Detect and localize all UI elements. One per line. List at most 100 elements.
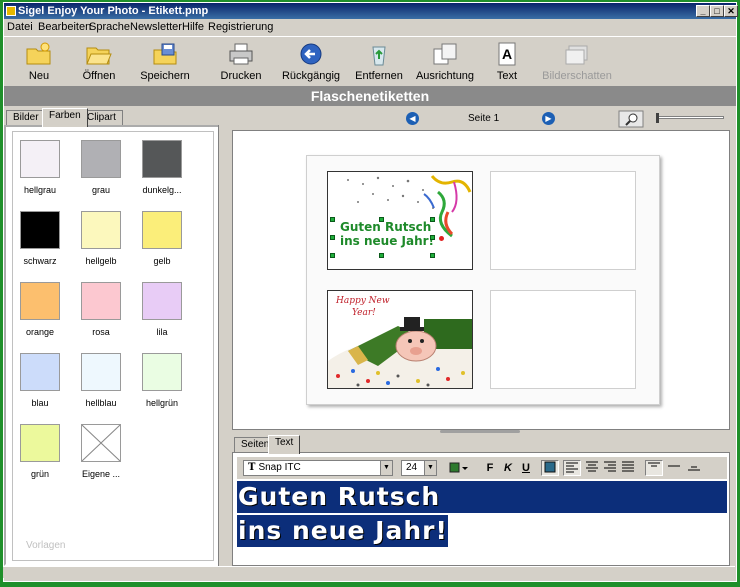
resize-handle[interactable] bbox=[379, 253, 384, 258]
swatch-label: orange bbox=[25, 327, 55, 337]
page-nav-bar: ◀ Seite 1 ▶ bbox=[232, 108, 730, 128]
swatch-blau[interactable] bbox=[20, 353, 60, 391]
text-button[interactable]: A Text bbox=[472, 40, 542, 86]
menu-newsletter[interactable]: Newsletter bbox=[130, 21, 182, 33]
orientation-button[interactable]: Ausrichtung bbox=[410, 40, 480, 86]
bold-button[interactable]: F bbox=[481, 460, 499, 476]
save-label: Speichern bbox=[140, 70, 190, 82]
close-button[interactable]: ✕ bbox=[724, 5, 738, 17]
resize-handle[interactable] bbox=[430, 235, 435, 240]
panel-splitter[interactable] bbox=[232, 430, 730, 434]
swatch-label: lila bbox=[156, 327, 168, 337]
swatch-label: hellgrau bbox=[23, 185, 57, 195]
menu-sprache[interactable]: Sprache bbox=[89, 21, 130, 33]
label-2[interactable] bbox=[490, 171, 636, 270]
font-size-select[interactable]: 24 ▼ bbox=[401, 460, 437, 476]
pages-icon bbox=[433, 43, 457, 65]
align-right-icon bbox=[604, 461, 616, 472]
zoom-slider[interactable] bbox=[656, 113, 724, 123]
swatch-lila[interactable] bbox=[142, 282, 182, 320]
delete-button[interactable]: Entfernen bbox=[344, 40, 414, 86]
label-1[interactable]: Guten Rutsch ins neue Jahr! bbox=[327, 171, 473, 270]
align-left-icon bbox=[566, 462, 578, 473]
color-panel: hellgrau grau dunkelg... schwarz hellgelb gel… bbox=[4, 125, 228, 566]
next-page-button[interactable]: ▶ bbox=[542, 112, 555, 125]
align-left-button[interactable] bbox=[563, 460, 581, 476]
editor-line-2[interactable]: ins neue Jahr! bbox=[237, 515, 448, 547]
resize-handle[interactable] bbox=[330, 235, 335, 240]
swatch-hellgrün[interactable] bbox=[142, 353, 182, 391]
swatch-grün[interactable] bbox=[20, 424, 60, 462]
align-right-button[interactable] bbox=[601, 460, 619, 476]
save-icon bbox=[153, 43, 177, 65]
resize-handle[interactable] bbox=[430, 217, 435, 222]
swatch-orange[interactable] bbox=[20, 282, 60, 320]
label-4[interactable] bbox=[490, 290, 636, 389]
label-3-line-2: Year! bbox=[352, 308, 376, 318]
swatch-dunkelg[interactable] bbox=[142, 140, 182, 178]
open-button[interactable]: Öffnen bbox=[64, 40, 134, 86]
text-color-button[interactable] bbox=[447, 460, 471, 476]
chevron-down-icon[interactable]: ▼ bbox=[380, 461, 392, 475]
valign-middle-button[interactable] bbox=[665, 460, 683, 476]
image-shadow-button[interactable]: Bilderschatten bbox=[542, 40, 612, 86]
canvas-area[interactable]: Guten Rutsch ins neue Jahr! Happy New Ye… bbox=[232, 130, 730, 430]
menu-hilfe[interactable]: Hilfe bbox=[182, 21, 204, 33]
new-folder-icon bbox=[26, 42, 51, 65]
swatch-grau[interactable] bbox=[81, 140, 121, 178]
swatch-schwarz[interactable] bbox=[20, 211, 60, 249]
swatch-label: hellgrün bbox=[145, 398, 179, 408]
resize-handle[interactable] bbox=[379, 217, 384, 222]
swatch-label: hellgelb bbox=[85, 256, 117, 266]
valign-top-icon bbox=[648, 462, 660, 467]
tab-farben[interactable]: Farben bbox=[42, 108, 88, 127]
image-shadow-label: Bilderschatten bbox=[542, 70, 612, 82]
menu-bearbeiten[interactable]: Bearbeiten bbox=[38, 21, 91, 33]
underline-button[interactable]: U bbox=[517, 460, 535, 476]
justify-icon bbox=[622, 461, 634, 472]
valign-top-button[interactable] bbox=[645, 460, 663, 476]
format-toolbar: T Snap ITC ▼ 24 ▼ F K U bbox=[237, 457, 727, 479]
splitter-grip[interactable] bbox=[440, 430, 520, 433]
tab-text[interactable]: Text bbox=[268, 435, 301, 454]
align-center-button[interactable] bbox=[583, 460, 601, 476]
italic-button[interactable]: K bbox=[499, 460, 517, 476]
label-3[interactable]: Happy New Year! bbox=[327, 290, 473, 389]
print-button[interactable]: Drucken bbox=[206, 40, 276, 86]
printer-icon bbox=[229, 43, 253, 65]
valign-bottom-button[interactable] bbox=[685, 460, 703, 476]
resize-handle[interactable] bbox=[430, 253, 435, 258]
menu-datei[interactable]: Datei bbox=[7, 21, 33, 33]
swatch-label: grau bbox=[91, 185, 110, 195]
maximize-button[interactable]: □ bbox=[710, 5, 724, 17]
chevron-down-icon[interactable]: ▼ bbox=[424, 461, 436, 475]
minimize-button[interactable]: _ bbox=[696, 5, 710, 17]
menu-registrierung[interactable]: Registrierung bbox=[208, 21, 273, 33]
swatch-hellgrau[interactable] bbox=[20, 140, 60, 178]
left-panel-scrollbar[interactable] bbox=[218, 125, 228, 566]
swatch-label: hellblau bbox=[85, 398, 117, 408]
undo-button[interactable]: Rückgängig bbox=[276, 40, 346, 86]
justify-button[interactable] bbox=[619, 460, 637, 476]
zoom-slider-thumb[interactable] bbox=[656, 113, 659, 123]
zoom-icon[interactable] bbox=[618, 110, 644, 128]
text-frame-button[interactable] bbox=[541, 460, 559, 476]
swatch-eigene[interactable] bbox=[81, 424, 121, 462]
font-select[interactable]: T Snap ITC ▼ bbox=[243, 460, 393, 476]
open-label: Öffnen bbox=[82, 70, 116, 82]
resize-handle[interactable] bbox=[330, 253, 335, 258]
editor-line-1[interactable]: Guten Rutsch bbox=[237, 481, 727, 513]
swatch-rosa[interactable] bbox=[81, 282, 121, 320]
resize-handle[interactable] bbox=[330, 217, 335, 222]
rotate-handle[interactable] bbox=[439, 236, 444, 241]
label-sheet: Guten Rutsch ins neue Jahr! Happy New Ye… bbox=[306, 155, 660, 405]
label-3-line-1: Happy New bbox=[336, 296, 390, 306]
swatch-gelb[interactable] bbox=[142, 211, 182, 249]
tab-bilder[interactable]: Bilder bbox=[6, 110, 46, 126]
swatch-hellgelb[interactable] bbox=[81, 211, 121, 249]
save-button[interactable]: Speichern bbox=[130, 40, 200, 86]
swatch-hellblau[interactable] bbox=[81, 353, 121, 391]
swatch-label: blau bbox=[31, 398, 49, 408]
previous-page-button[interactable]: ◀ bbox=[406, 112, 419, 125]
menu-bar: Datei Bearbeiten Sprache Newsletter Hilf… bbox=[4, 19, 736, 36]
